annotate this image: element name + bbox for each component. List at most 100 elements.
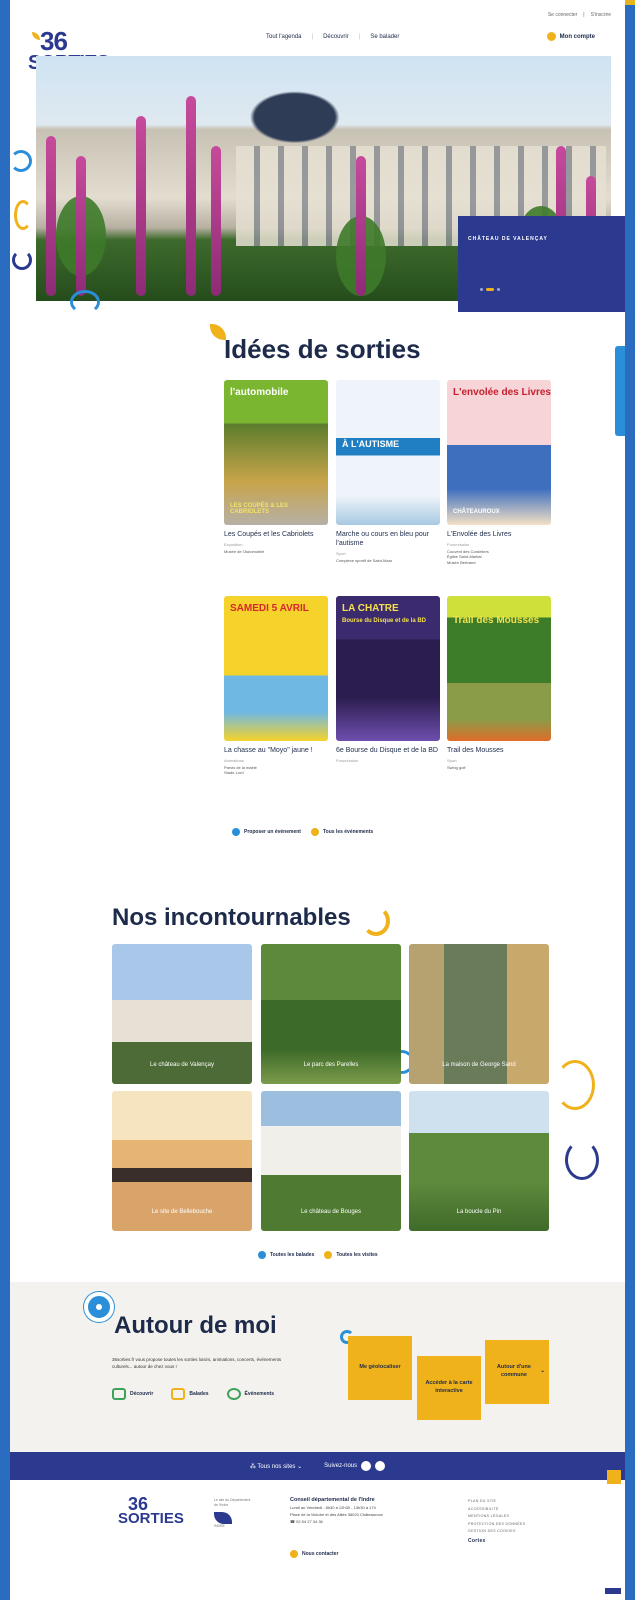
event-card[interactable]: SAMEDI 5 AVRIL La chasse au "Moyo" jaune… xyxy=(224,596,328,776)
must-tile-label: Le parc des Parelles xyxy=(303,1062,359,1068)
must-tile[interactable]: La maison de George Sand xyxy=(409,944,549,1084)
legal-link[interactable]: ACCESSIBILITÉ xyxy=(468,1506,525,1514)
event-card[interactable]: Trail des Mousses Trail des Mousses Spor… xyxy=(447,596,551,770)
confetti-decoration xyxy=(565,1140,599,1180)
event-place: Musée de l'Automobile xyxy=(224,548,265,554)
flower xyxy=(186,96,196,296)
event-title: Trail des Mousses xyxy=(447,747,504,754)
nav-walk[interactable]: Se balader xyxy=(370,34,399,40)
event-place: Swing golf xyxy=(447,764,466,770)
event-card[interactable]: À L'AUTISME Marche ou cours en bleu pour… xyxy=(336,380,440,563)
event-card[interactable]: LA CHATRE Bourse du Disque et de la BD 6… xyxy=(336,596,440,765)
department-block[interactable]: Le site du Département de l'Indre INDRE xyxy=(214,1498,254,1529)
event-poster: L'envolée des Livres CHÂTEAUROUX xyxy=(447,380,551,525)
nav-agenda[interactable]: Tout l'agenda xyxy=(266,34,302,40)
all-sites-dropdown[interactable]: ⁂ Tous nos sites ⌄ xyxy=(250,1463,302,1470)
category-discover[interactable]: Découvrir xyxy=(112,1388,153,1400)
carousel-dot-active[interactable] xyxy=(486,288,494,291)
event-place: Couvent des Cordeliers Église Saint-Mart… xyxy=(447,548,489,565)
department-label: Le site du Département de l'Indre xyxy=(214,1498,251,1507)
confetti-decoration xyxy=(70,290,100,314)
nav-divider: | xyxy=(311,34,314,40)
poster-title: L'envolée des Livres xyxy=(453,387,551,398)
follow-label: Suivez-nous xyxy=(324,1463,358,1469)
must-tile[interactable]: Le château de Valençay xyxy=(112,944,252,1084)
contact-address: Place de la Victoire et des Alliés 36020… xyxy=(290,1512,383,1518)
must-tile[interactable]: Le château de Bouges xyxy=(261,1091,401,1231)
interactive-map-button[interactable]: Accéder à la carte interactive xyxy=(417,1356,481,1420)
propose-event-link[interactable]: Proposer un événement xyxy=(232,828,301,836)
side-floating-tab[interactable] xyxy=(615,346,625,436)
flower xyxy=(211,146,221,296)
event-category: Forum/salon xyxy=(447,541,470,547)
chevron-down-icon: ⌄ xyxy=(538,1368,545,1375)
category-events[interactable]: Événements xyxy=(226,1388,274,1400)
contact-block: Conseil départemental de l'Indre Lundi a… xyxy=(290,1496,383,1526)
must-tile[interactable]: La boucle du Pin xyxy=(409,1091,549,1231)
signpost-icon xyxy=(171,1388,186,1400)
musts-heading: Nos incontournables xyxy=(112,904,351,931)
all-events-link[interactable]: Tous les événements xyxy=(310,828,373,836)
plus-icon xyxy=(232,828,240,836)
poster-title: SAMEDI 5 AVRIL xyxy=(230,603,309,614)
nav-discover[interactable]: Découvrir xyxy=(323,34,349,40)
confetti-decoration xyxy=(12,250,32,270)
must-tile[interactable]: Le site de Bellebouche xyxy=(112,1091,252,1231)
hero-caption-card[interactable]: CHÂTEAU DE VALENÇAY xyxy=(458,216,625,312)
account-button[interactable]: Mon compte xyxy=(546,32,595,41)
legal-link[interactable]: GESTION DES COOKIES xyxy=(468,1528,525,1536)
legal-link[interactable]: MENTIONS LÉGALES xyxy=(468,1513,525,1521)
commune-search-button[interactable]: Autour d'une commune ⌄ xyxy=(485,1340,549,1404)
credit-label[interactable]: Cortex xyxy=(468,1536,525,1547)
main-nav: Tout l'agenda | Découvrir | Se balader xyxy=(266,34,399,40)
must-tile-label: Le château de Bouges xyxy=(300,1209,362,1215)
visit-icon xyxy=(324,1251,333,1259)
event-poster: l'automobile LES COUPÉS & LES CABRIOLETS xyxy=(224,380,328,525)
category-walks[interactable]: Balades xyxy=(171,1388,209,1400)
utility-links: Se connecter | S'inscrire xyxy=(548,12,611,18)
instagram-icon[interactable] xyxy=(375,1461,386,1471)
hero-caption: CHÂTEAU DE VALENÇAY xyxy=(468,236,548,242)
footer: 36 SORTIES Le site du Département de l'I… xyxy=(10,1480,625,1600)
scroll-top-button[interactable] xyxy=(607,1470,621,1484)
contact-phone[interactable]: ☎ 02 54 27 34 36 xyxy=(290,1519,383,1526)
confetti-decoration xyxy=(10,150,32,172)
propose-event-label: Proposer un événement xyxy=(244,829,301,835)
event-title: 6e Bourse du Disque et de la BD xyxy=(336,747,438,754)
page: Se connecter | S'inscrire 36 SORTIES Tou… xyxy=(10,0,625,1600)
event-poster: LA CHATRE Bourse du Disque et de la BD xyxy=(336,596,440,741)
event-place: Complexe sportif de Saint-Maur xyxy=(336,557,393,563)
account-label: Mon compte xyxy=(559,33,595,40)
all-walks-link[interactable]: Toutes les balades xyxy=(258,1251,314,1259)
facebook-icon[interactable] xyxy=(361,1461,372,1471)
carousel-dot[interactable] xyxy=(480,288,483,291)
contact-us-link[interactable]: Nous contacter xyxy=(290,1550,338,1558)
all-visits-link[interactable]: Toutes les visites xyxy=(324,1251,378,1259)
event-title: L'Envolée des Livres xyxy=(447,531,512,538)
event-card[interactable]: l'automobile LES COUPÉS & LES CABRIOLETS… xyxy=(224,380,328,554)
legal-link[interactable]: PLAN DU SITE xyxy=(468,1498,525,1506)
geolocate-button[interactable]: Me géolocaliser xyxy=(348,1336,412,1400)
flower xyxy=(46,136,56,296)
category-label: Découvrir xyxy=(130,1391,154,1397)
footer-logo[interactable]: 36 SORTIES xyxy=(118,1494,184,1534)
contact-phone-number: 02 54 27 34 36 xyxy=(296,1518,323,1524)
poster-title: À L'AUTISME xyxy=(342,439,400,449)
swirl-decoration xyxy=(362,906,390,936)
category-label: Balades xyxy=(189,1391,209,1397)
musts-links: Toutes les balades Toutes les visites xyxy=(258,1251,378,1259)
event-category: Sport xyxy=(447,757,457,763)
legal-link[interactable]: PROTECTION DES DONNÉES xyxy=(468,1521,525,1529)
must-tile[interactable]: Le parc des Parelles xyxy=(261,944,401,1084)
footer-band: ⁂ Tous nos sites ⌄ Suivez-nous xyxy=(10,1452,625,1480)
all-walks-label: Toutes les balades xyxy=(270,1252,315,1258)
event-card[interactable]: L'envolée des Livres CHÂTEAUROUX L'Envol… xyxy=(447,380,551,566)
signup-link[interactable]: S'inscrire xyxy=(591,12,611,18)
poster-subtitle: Bourse du Disque et de la BD xyxy=(342,618,427,624)
poster-title: Trail des Mousses xyxy=(453,615,540,626)
around-categories: Découvrir Balades Événements xyxy=(112,1388,274,1400)
leaf-icon xyxy=(210,324,226,340)
must-tile-label: La boucle du Pin xyxy=(456,1209,502,1215)
login-link[interactable]: Se connecter xyxy=(548,12,577,18)
carousel-dot[interactable] xyxy=(497,288,500,291)
